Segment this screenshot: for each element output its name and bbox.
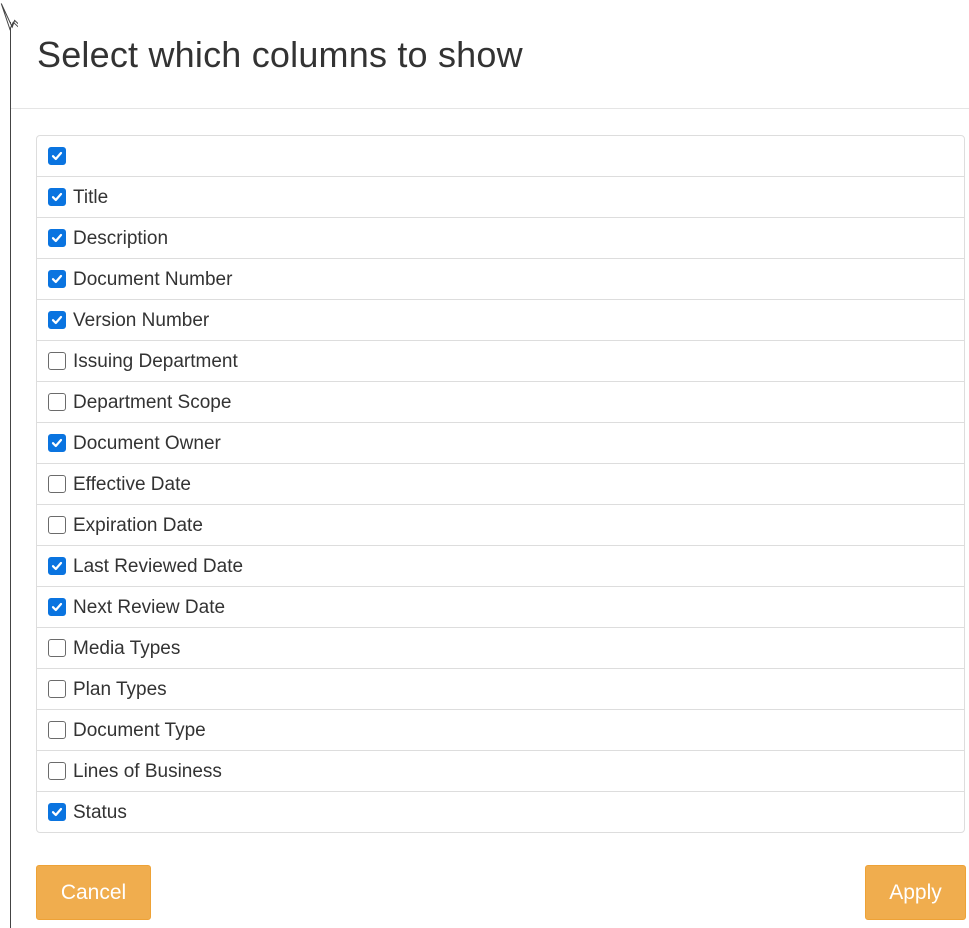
column-option-row[interactable]: Media Types (37, 628, 964, 669)
dialog-header: Select which columns to show (11, 0, 969, 109)
column-option-label: Media Types (73, 637, 181, 659)
column-chooser-dialog: Select which columns to show Title Descri… (0, 0, 969, 928)
column-option-row[interactable]: Version Number (37, 300, 964, 341)
column-option-row[interactable]: Description (37, 218, 964, 259)
column-list: Title Description Document Number Version N… (36, 135, 965, 833)
column-option-row[interactable]: Issuing Department (37, 341, 964, 382)
column-option-label: Version Number (73, 309, 210, 331)
checkbox-icon[interactable] (48, 270, 66, 288)
checkbox-icon[interactable] (48, 188, 66, 206)
column-option-row[interactable]: Effective Date (37, 464, 964, 505)
checkbox-icon[interactable] (48, 680, 66, 698)
checkbox-icon[interactable] (48, 475, 66, 493)
checkbox-icon[interactable] (48, 393, 66, 411)
apply-button[interactable]: Apply (865, 865, 966, 920)
column-option-row[interactable]: Plan Types (37, 669, 964, 710)
column-option-label: Document Number (73, 268, 233, 290)
column-option-label: Description (73, 227, 169, 249)
column-option-label: Plan Types (73, 678, 167, 700)
dialog-title: Select which columns to show (37, 34, 523, 75)
column-option-label: Department Scope (73, 391, 232, 413)
column-option-label: Status (73, 801, 127, 823)
column-option-row[interactable]: Last Reviewed Date (37, 546, 964, 587)
column-option-row[interactable]: Document Owner (37, 423, 964, 464)
column-option-label: Effective Date (73, 473, 191, 495)
column-option-row[interactable]: Document Type (37, 710, 964, 751)
column-option-row[interactable]: Expiration Date (37, 505, 964, 546)
column-option-label: Issuing Department (73, 350, 238, 372)
checkbox-icon[interactable] (48, 557, 66, 575)
column-option-label: Expiration Date (73, 514, 203, 536)
checkbox-icon[interactable] (48, 229, 66, 247)
checkbox-icon[interactable] (48, 598, 66, 616)
checkbox-icon[interactable] (48, 147, 66, 165)
column-option-row[interactable]: Next Review Date (37, 587, 964, 628)
column-option-label: Lines of Business (73, 760, 222, 782)
checkbox-icon[interactable] (48, 639, 66, 657)
column-option-label: Document Type (73, 719, 206, 741)
checkbox-icon[interactable] (48, 516, 66, 534)
column-option-row[interactable]: Status (37, 792, 964, 832)
column-option-row[interactable]: Document Number (37, 259, 964, 300)
checkbox-icon[interactable] (48, 803, 66, 821)
column-option-row[interactable]: Title (37, 177, 964, 218)
checkbox-icon[interactable] (48, 352, 66, 370)
column-option-row[interactable]: Lines of Business (37, 751, 964, 792)
checkbox-icon[interactable] (48, 721, 66, 739)
checkbox-icon[interactable] (48, 311, 66, 329)
checkbox-icon[interactable] (48, 434, 66, 452)
column-option-label: Last Reviewed Date (73, 555, 244, 577)
column-option-label: Document Owner (73, 432, 221, 454)
checkbox-icon[interactable] (48, 762, 66, 780)
column-option-row[interactable]: Department Scope (37, 382, 964, 423)
window-edge (10, 22, 11, 928)
column-option-label: Title (73, 186, 109, 208)
cancel-button[interactable]: Cancel (36, 865, 151, 920)
column-option-row[interactable] (37, 136, 964, 177)
column-option-label: Next Review Date (73, 596, 226, 618)
